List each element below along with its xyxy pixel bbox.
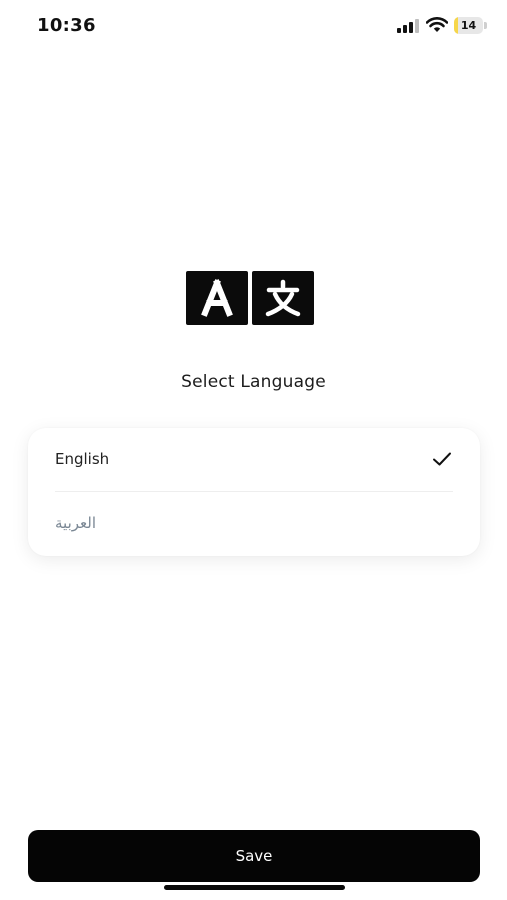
battery-body: 14: [454, 17, 483, 34]
status-bar: 10:36 14: [0, 0, 507, 52]
language-selection-screen: 10:36 14 Select Language English العربية…: [0, 0, 507, 900]
language-options-card: English العربية: [28, 428, 480, 556]
language-option-arabic[interactable]: العربية: [28, 492, 480, 556]
translate-icon: [186, 271, 314, 325]
language-option-english[interactable]: English: [28, 428, 480, 492]
letter-a-glyph-icon: [201, 279, 233, 317]
chinese-character-glyph-icon: [265, 279, 301, 317]
save-button[interactable]: Save: [28, 830, 480, 882]
latin-letter-tile: [186, 271, 248, 325]
cellular-signal-icon: [397, 19, 419, 33]
status-time: 10:36: [37, 15, 96, 36]
language-option-label: العربية: [55, 514, 96, 532]
battery-tip: [484, 22, 487, 29]
battery-percentage: 14: [460, 19, 477, 32]
page-title: Select Language: [181, 372, 326, 392]
battery-icon: 14: [454, 17, 487, 34]
language-option-label: English: [55, 450, 110, 468]
wifi-icon: [426, 17, 448, 32]
cjk-character-tile: [252, 271, 314, 325]
checkmark-icon: [433, 452, 451, 466]
home-indicator: [164, 885, 345, 890]
